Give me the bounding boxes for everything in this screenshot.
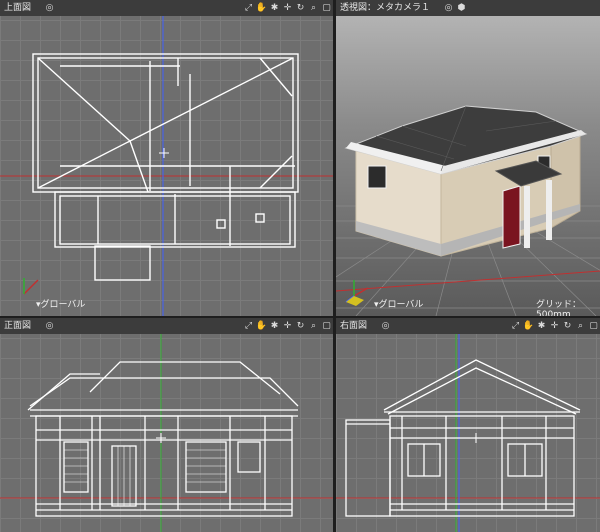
- right-wireframe: [336, 334, 600, 532]
- top-wireframe: [0, 16, 333, 316]
- zoom-icon[interactable]: ⌕: [307, 318, 320, 334]
- viewport-header: 正面図 ◎ ⤢ ✋ ✱ ✛ ↻ ⌕ ▢: [0, 318, 333, 334]
- settings-icon[interactable]: ✱: [268, 318, 281, 334]
- coordinate-system-selector[interactable]: ▾グローバル: [374, 297, 423, 310]
- camera-icon[interactable]: ◎: [442, 0, 455, 16]
- settings-icon[interactable]: ✱: [535, 318, 548, 334]
- axis-gizmo: [23, 278, 39, 295]
- zoom-icon[interactable]: ⌕: [307, 0, 320, 16]
- viewport-header: 上面図 ◎ ⤢ ✋ ✱ ✛ ↻ ⌕ ▢: [0, 0, 333, 16]
- rotate-icon[interactable]: ↻: [561, 318, 574, 334]
- move-icon[interactable]: ✛: [281, 0, 294, 16]
- grid-size-label: グリッド：500mm: [536, 300, 582, 316]
- settings-icon[interactable]: ✱: [268, 0, 281, 16]
- hand-icon[interactable]: ✋: [255, 0, 268, 16]
- viewport-header: 右面図 ◎ ⤢ ✋ ✱ ✛ ↻ ⌕ ▢: [336, 318, 600, 334]
- lock-icon[interactable]: ⤢: [242, 318, 255, 334]
- top-view-viewport[interactable]: 上面図 ◎ ⤢ ✋ ✱ ✛ ↻ ⌕ ▢ ▾グローバル: [0, 0, 333, 316]
- fit-icon[interactable]: ▢: [587, 318, 600, 334]
- view-title: 上面図: [4, 3, 32, 13]
- camera-icon[interactable]: ◎: [43, 0, 56, 16]
- rotate-icon[interactable]: ↻: [294, 318, 307, 334]
- hand-icon[interactable]: ✋: [522, 318, 535, 334]
- lock-icon[interactable]: ⤢: [242, 0, 255, 16]
- fit-icon[interactable]: ▢: [320, 318, 333, 334]
- front-wireframe: [0, 334, 333, 532]
- view-title: 透視図：メタカメラ１: [340, 3, 431, 13]
- rotate-icon[interactable]: ↻: [294, 0, 307, 16]
- fit-icon[interactable]: ▢: [320, 0, 333, 16]
- perspective-view-viewport[interactable]: 透視図：メタカメラ１ ◎ ⬢ ▾グローバル グリッド：500mm: [336, 0, 600, 316]
- viewport-header: 透視図：メタカメラ１ ◎ ⬢: [336, 0, 600, 16]
- front-view-viewport[interactable]: 正面図 ◎ ⤢ ✋ ✱ ✛ ↻ ⌕ ▢: [0, 318, 333, 532]
- camera-icon[interactable]: ◎: [379, 318, 392, 334]
- coordinate-system-selector[interactable]: ▾グローバル: [36, 297, 85, 310]
- cube-icon[interactable]: ⬢: [455, 0, 468, 16]
- view-title: 正面図: [4, 321, 32, 331]
- move-icon[interactable]: ✛: [281, 318, 294, 334]
- perspective-scene: [336, 105, 600, 316]
- camera-icon[interactable]: ◎: [43, 318, 56, 334]
- view-title: 右面図: [340, 321, 368, 331]
- move-icon[interactable]: ✛: [548, 318, 561, 334]
- zoom-icon[interactable]: ⌕: [574, 318, 587, 334]
- hand-icon[interactable]: ✋: [255, 318, 268, 334]
- right-view-viewport[interactable]: 右面図 ◎ ⤢ ✋ ✱ ✛ ↻ ⌕ ▢: [336, 318, 600, 532]
- lock-icon[interactable]: ⤢: [509, 318, 522, 334]
